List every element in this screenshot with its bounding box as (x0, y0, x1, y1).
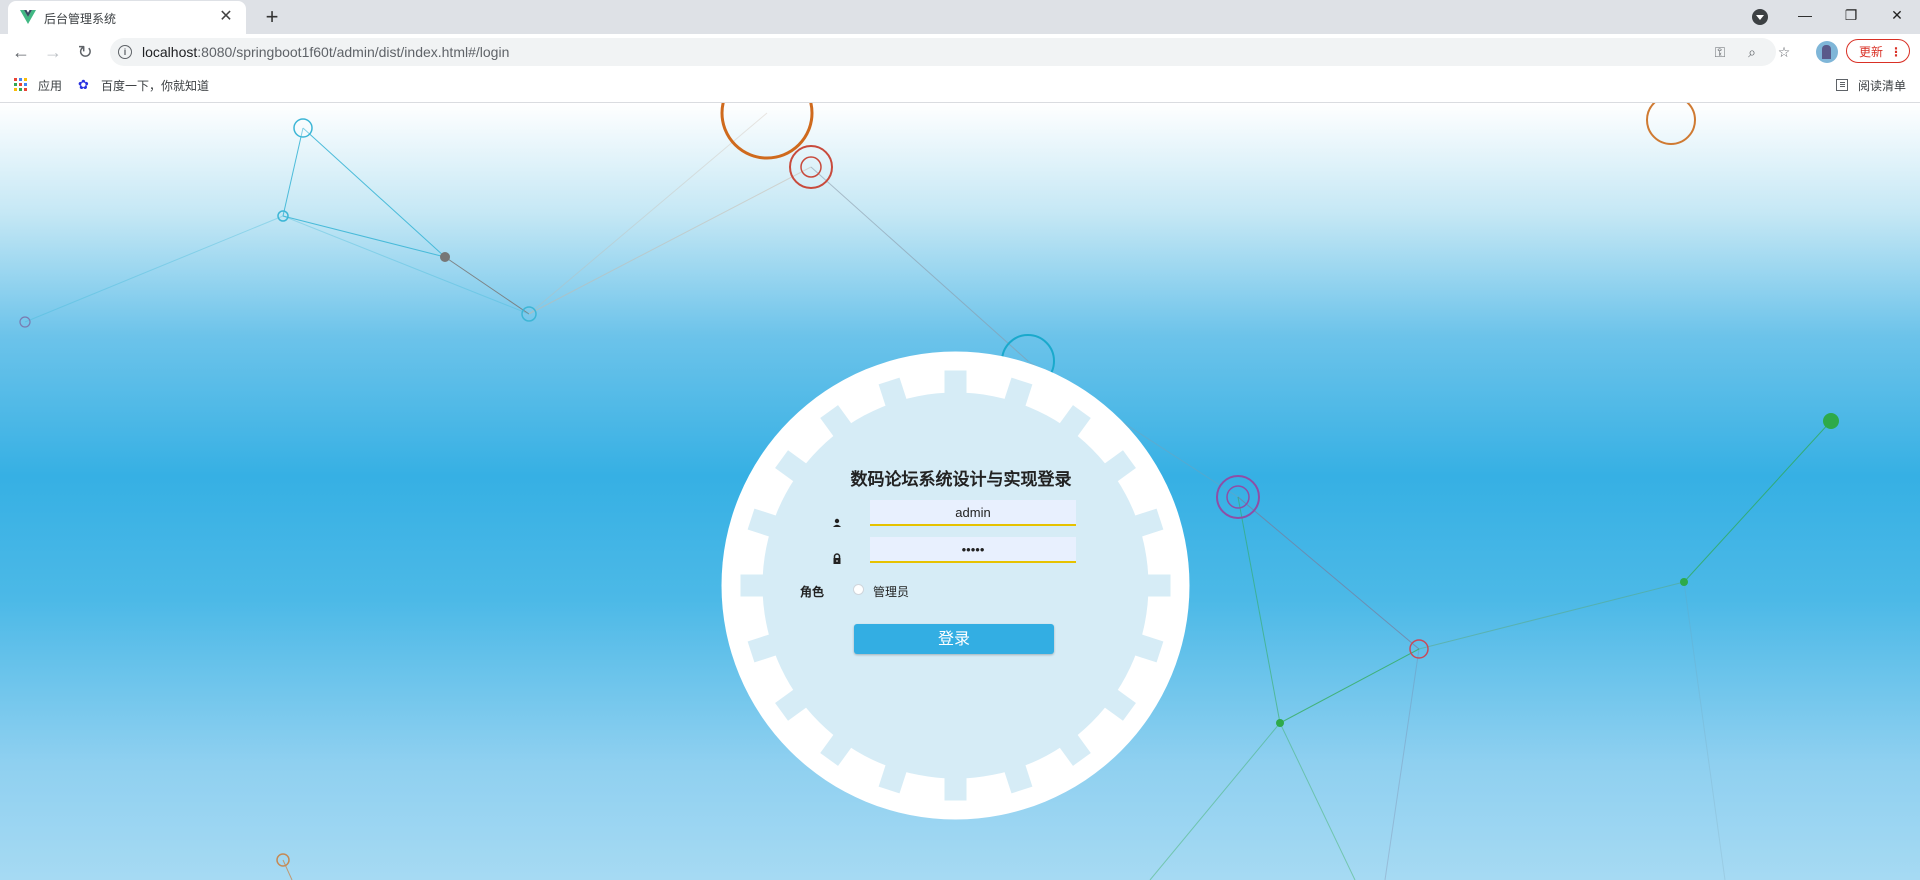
forward-arrow-icon[interactable]: → (41, 40, 65, 64)
browser-tab[interactable]: 后台管理系统 ✕ (8, 1, 246, 34)
browser-toolbar: ← → ↻ i localhost:8080/springboot1f60t/a… (0, 34, 1920, 70)
login-page: 数码论坛系统设计与实现登录 角色 管理员 登录 (0, 103, 1920, 880)
role-label: 角色 (800, 585, 825, 599)
role-option-admin[interactable]: 管理员 (873, 583, 909, 600)
zoom-icon[interactable]: ⌕ (1742, 42, 1762, 62)
baidu-paw-icon: ✿ (78, 77, 89, 92)
browser-tab-strip: 后台管理系统 ✕ + — ❐ ✕ (0, 0, 1920, 34)
gear-login-frame (721, 351, 1190, 820)
login-title: 数码论坛系统设计与实现登录 (850, 470, 1072, 489)
new-tab-plus-icon[interactable]: + (260, 5, 284, 29)
site-info-icon[interactable]: i (118, 45, 132, 59)
address-bar[interactable]: i localhost:8080/springboot1f60t/admin/d… (110, 38, 1790, 66)
more-menu-icon[interactable]: ⋮ (1890, 40, 1902, 64)
reload-icon[interactable]: ↻ (73, 40, 97, 64)
tab-search-dropdown-icon[interactable] (1752, 9, 1768, 25)
user-icon (833, 518, 841, 527)
tab-close-icon[interactable]: ✕ (216, 7, 236, 27)
bookmark-baidu[interactable]: 百度一下，你就知道 (101, 77, 209, 94)
bookmark-star-icon[interactable]: ☆ (1774, 42, 1794, 62)
url-text[interactable]: localhost:8080/springboot1f60t/admin/dis… (142, 44, 509, 60)
password-input[interactable] (870, 537, 1076, 563)
bookmark-apps[interactable]: 应用 (38, 77, 62, 94)
reading-list[interactable]: 阅读清单 (1858, 77, 1906, 94)
key-icon[interactable]: ⚿ (1710, 42, 1730, 62)
reading-list-icon (1836, 79, 1848, 91)
back-arrow-icon[interactable]: ← (9, 40, 33, 64)
window-close-icon[interactable]: ✕ (1874, 0, 1920, 30)
login-button[interactable]: 登录 (854, 624, 1054, 654)
profile-avatar[interactable] (1816, 41, 1838, 63)
username-input[interactable] (870, 500, 1076, 526)
role-radio-admin[interactable] (853, 584, 864, 595)
apps-grid-icon (14, 78, 28, 92)
restore-icon[interactable]: ❐ (1828, 0, 1874, 30)
tab-title: 后台管理系统 (44, 12, 117, 26)
bookmarks-bar: 应用 ✿ 百度一下，你就知道 阅读清单 (0, 70, 1920, 103)
vue-logo-icon (20, 10, 36, 24)
lock-icon (833, 553, 841, 564)
minimize-icon[interactable]: — (1782, 0, 1828, 30)
update-button[interactable]: 更新 ⋮ (1846, 39, 1910, 63)
